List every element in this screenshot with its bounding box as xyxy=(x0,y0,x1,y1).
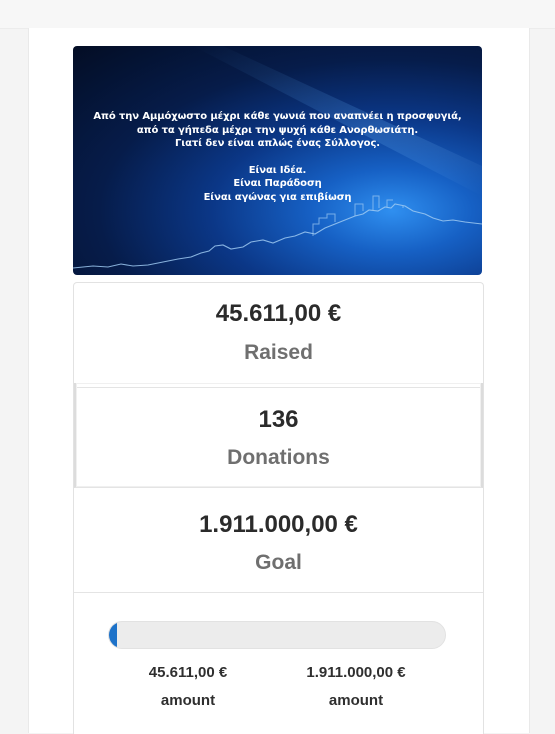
current-amount-label: amount xyxy=(160,692,216,709)
banner-line: Από την Αμμόχωστο μέχρι κάθε γωνιά που α… xyxy=(93,111,462,122)
target-amount-label: amount xyxy=(328,692,384,709)
campaign-banner: Από την Αμμόχωστο μέχρι κάθε γωνιά που α… xyxy=(73,46,482,275)
current-amount: 45.611,00 € amount xyxy=(108,664,268,709)
current-amount-value: 45.611,00 € xyxy=(148,664,228,681)
goal-label: Goal xyxy=(255,551,302,574)
goal-value: 1.911.000,00 € xyxy=(199,511,358,538)
target-amount-value: 1.911.000,00 € xyxy=(306,664,406,681)
banner-line: Είναι Παράδοση xyxy=(233,178,322,189)
top-bar xyxy=(0,0,555,29)
target-amount: 1.911.000,00 € amount xyxy=(276,664,436,709)
goal-stat: 1.911.000,00 € Goal xyxy=(74,488,483,593)
banner-line: Γιατί δεν είναι απλώς ένας Σύλλογος. xyxy=(175,138,380,149)
banner-line: από τα γήπεδα μέχρι την ψυχή κάθε Ανορθω… xyxy=(136,124,419,136)
raised-stat: 45.611,00 € Raised xyxy=(74,283,483,388)
donations-label: Donations xyxy=(227,446,330,469)
progress-bar xyxy=(108,621,446,649)
raised-label: Raised xyxy=(244,341,313,364)
donations-value: 136 xyxy=(258,406,299,433)
banner-message: Από την Αμμόχωστο μέχρι κάθε γωνιά που α… xyxy=(73,110,482,204)
donations-stat: 136 Donations xyxy=(74,383,483,488)
raised-value: 45.611,00 € xyxy=(215,300,342,327)
banner-line: Είναι Ιδέα. xyxy=(248,164,307,176)
banner-line: Είναι αγώνας για επιβίωση xyxy=(203,191,352,203)
